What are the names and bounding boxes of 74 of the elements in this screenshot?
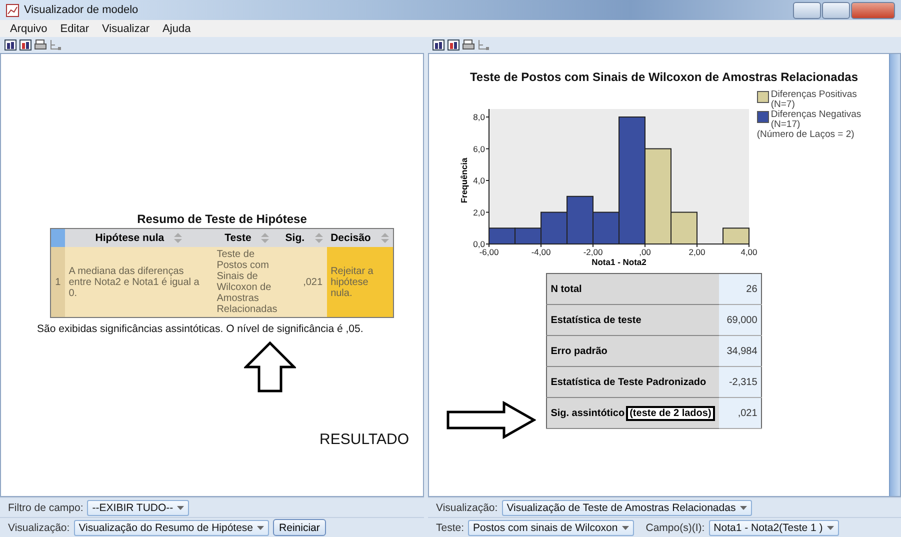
x-tick-label: ,00 [638,247,651,257]
close-button[interactable] [851,2,895,18]
y-axis-title: Frequência [458,158,469,204]
field-filter-label: Filtro de campo: [8,502,84,514]
legend-label: Diferenças Positivas (N=7) [770,90,857,109]
print-icon[interactable] [462,39,475,51]
stat-value: -2,315 [719,366,762,398]
table-cell: Teste de Postos com Sinais de Wilcoxon de Amostras Relacionadas [212,247,282,318]
stat-label: Sig. assintótico (teste de 2 lados) [546,398,720,428]
legend-note: (Número de Laços = 2) [756,130,856,140]
caret-icon [177,506,184,510]
column-header[interactable]: Sig. [281,228,327,247]
chart-title: Teste de Postos com Sinais de Wilcoxon de Amostras Relacionadas [470,70,858,84]
fields-dropdown[interactable]: Nota1 - Nota2(Teste 1 ) [708,520,839,536]
y-tick-label: 0,0 [473,239,485,249]
view-label: Visualização: [8,522,70,534]
window-title: Visualizador de modelo [24,4,138,16]
table-title: Resumo de Teste de Hipótese [137,212,307,226]
row-number-header [50,228,65,247]
caret-icon [622,526,629,530]
footnote: São exibidas significâncias assintóticas. O nível de significância é ,05. [36,323,364,335]
x-tick-label: -4,00 [531,247,551,257]
print-icon[interactable] [34,39,47,51]
maximize-button[interactable] [822,2,850,18]
x-tick-label: 2,00 [688,247,706,257]
legend-label: Diferenças Negativas (N=17) [770,110,862,129]
highlighted-note: (teste de 2 lados) [626,406,716,420]
up-arrow [244,341,296,393]
x-tick-label: -6,00 [479,247,499,257]
y-tick-label: 2,0 [473,207,485,218]
caret-icon [740,506,747,510]
test-dropdown[interactable]: Postos com sinais de Wilcoxon [468,520,634,536]
column-header[interactable]: Teste [212,228,282,247]
table-icon[interactable] [19,39,32,51]
test-label: Teste: [436,522,464,534]
menu-item[interactable]: Arquivo [10,22,48,34]
fields-label: Campo(s)(I): [646,522,705,534]
y-tick-label: 8,0 [473,112,485,122]
stat-label: Estatística de Teste Padronizado [546,366,720,398]
stat-label: Erro padrão [546,336,720,366]
menu-item[interactable]: Visualizar [102,22,150,34]
x-tick-label: -2,00 [583,247,603,257]
table-cell: ,021 [281,247,327,318]
minimize-button[interactable] [793,2,821,18]
result-label: RESULTADO [320,431,409,448]
x-tick-label: 4,00 [740,247,757,257]
y-tick-label: 6,0 [473,144,485,154]
table-cell: Rejeitar a hipótese nula. [326,247,394,318]
x-axis-title: Nota1 - Nota2 [591,257,646,267]
row-number: 1 [50,247,65,318]
reset-button[interactable]: Reiniciar [273,519,326,536]
y-tick-label: 4,0 [473,176,485,186]
caret-icon [826,526,834,530]
stat-label: N total [546,274,720,304]
view-dropdown[interactable]: Visualização do Resumo de Hipótese [74,520,270,536]
app-icon [6,4,19,16]
stat-value: ,021 [719,398,762,428]
table-cell: A mediana das diferenças entre Nota2 e Nota1 é igual a 0. [64,247,213,318]
view-dropdown[interactable]: Visualização de Teste de Amostras Relacionadas [502,500,752,516]
scrollbar[interactable] [889,54,900,496]
column-header[interactable]: Decisão [326,228,394,247]
caret-icon [257,526,264,530]
field-filter-dropdown[interactable]: --EXIBIR TUDO-- [87,500,190,516]
table-icon[interactable] [432,39,445,51]
view-label: Visualização: [436,502,498,514]
stat-value: 34,984 [719,336,762,366]
menu-item[interactable]: Ajuda [162,22,191,34]
column-header[interactable]: Hipótese nula [64,228,213,247]
stat-value: 69,000 [719,304,762,336]
menu-item[interactable]: Editar [60,22,90,34]
stat-value: 26 [719,274,762,304]
table-icon[interactable] [447,39,460,51]
stat-label: Estatística de teste [546,304,720,336]
table-icon[interactable] [4,39,17,51]
